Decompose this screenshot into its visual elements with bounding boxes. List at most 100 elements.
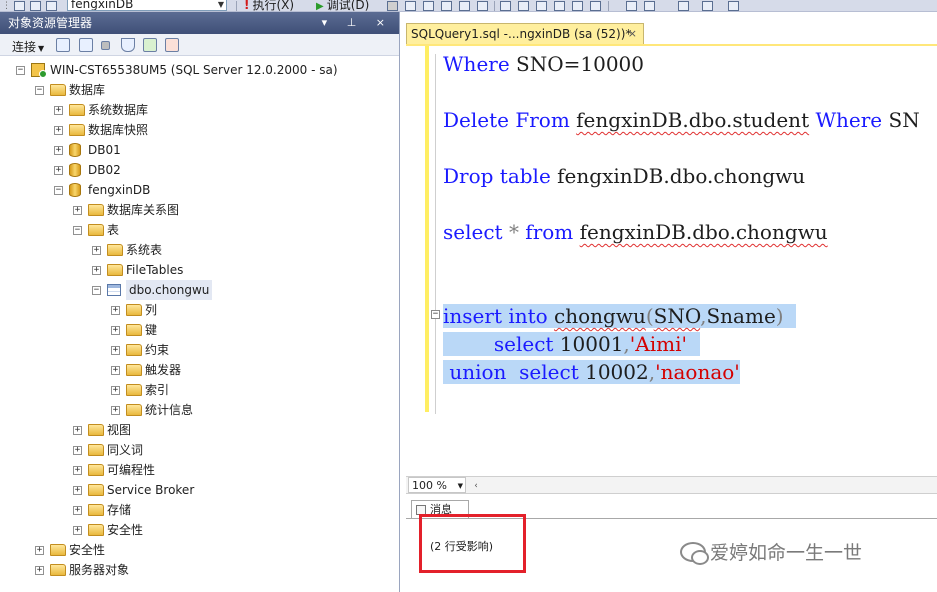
chevron-down-icon: ▼ — [217, 0, 224, 9]
tree-node-storage[interactable]: + 存储 — [0, 500, 398, 520]
tree-node-label: WIN-CST65538UM5 (SQL Server 12.0.2000 - … — [50, 63, 338, 77]
tree-node-filetables[interactable]: + FileTables — [0, 260, 398, 280]
tree-node-indexes[interactable]: + 索引 — [0, 380, 398, 400]
specify-values-icon[interactable] — [678, 1, 689, 11]
tab-sqlquery1[interactable]: SQLQuery1.sql -...ngxinDB (sa (52))* × — [406, 23, 644, 44]
stop-icon[interactable] — [387, 1, 398, 11]
expand-icon[interactable]: + — [92, 246, 101, 255]
database-select[interactable]: fengxinDB ▼ — [67, 0, 227, 11]
tree-node-system-databases[interactable]: + 系统数据库 — [0, 100, 398, 120]
expand-icon[interactable]: + — [35, 546, 44, 555]
tree-node-label: 安全性 — [69, 543, 106, 557]
tree-node-synonyms[interactable]: + 同义词 — [0, 440, 398, 460]
tree-node-system-tables[interactable]: + 系统表 — [0, 240, 398, 260]
expand-icon[interactable]: + — [73, 206, 82, 215]
tree-node-database-diagrams[interactable]: + 数据库关系图 — [0, 200, 398, 220]
tree-node-label: 键 — [145, 323, 158, 337]
debug-button[interactable]: ▶ 调试(D) — [316, 0, 369, 11]
tree-node-db01[interactable]: + DB01 — [0, 140, 398, 160]
chevron-down-icon: ▼ — [457, 482, 463, 490]
tree-node-databases[interactable]: − 数据库 — [0, 80, 398, 100]
tree-node-constraints[interactable]: + 约束 — [0, 340, 398, 360]
expand-icon[interactable]: + — [111, 346, 120, 355]
tree-node-keys[interactable]: + 键 — [0, 320, 398, 340]
comment-icon[interactable] — [572, 1, 583, 11]
collapse-icon[interactable]: − — [431, 310, 440, 319]
expand-icon[interactable]: + — [73, 486, 82, 495]
tree-node-statistics[interactable]: + 统计信息 — [0, 400, 398, 420]
expand-icon[interactable]: + — [111, 306, 120, 315]
expand-icon[interactable]: + — [35, 566, 44, 575]
expand-icon[interactable]: + — [111, 386, 120, 395]
results-to-grid-icon[interactable] — [536, 1, 547, 11]
decrease-indent-icon[interactable] — [626, 1, 637, 11]
include-plan-icon[interactable] — [477, 1, 488, 11]
client-statistics-icon[interactable] — [500, 1, 511, 11]
tree-node-database-snapshots[interactable]: + 数据库快照 — [0, 120, 398, 140]
refresh-icon[interactable] — [143, 38, 157, 52]
collapse-icon[interactable]: − — [73, 226, 82, 235]
zoom-select[interactable]: 100 % ▼ — [408, 477, 466, 493]
intellisense-icon[interactable] — [459, 1, 470, 11]
tree-node-dbo-chongwu[interactable]: − dbo.chongwu — [0, 280, 398, 300]
query-options-icon[interactable] — [441, 1, 452, 11]
tree-node-triggers[interactable]: + 触发器 — [0, 360, 398, 380]
query-editor[interactable]: Where SNO=10000 Delete From fengxinDB.db… — [406, 44, 937, 476]
connect-object-explorer-icon[interactable] — [56, 38, 70, 52]
expand-icon[interactable]: + — [73, 506, 82, 515]
new-query-icon[interactable] — [14, 1, 25, 11]
expand-icon[interactable]: + — [111, 366, 120, 375]
uncomment-icon[interactable] — [590, 1, 601, 11]
expand-icon[interactable]: + — [73, 446, 82, 455]
panel-controls[interactable]: ▾ ⊥ × — [322, 12, 393, 34]
tree-node-server-objects[interactable]: + 服务器对象 — [0, 560, 398, 580]
close-icon[interactable]: × — [628, 24, 637, 44]
tree-node-security-db[interactable]: + 安全性 — [0, 520, 398, 540]
expand-icon[interactable]: + — [73, 526, 82, 535]
results-to-text-icon[interactable] — [518, 1, 529, 11]
expand-icon[interactable]: + — [73, 426, 82, 435]
expand-icon[interactable]: + — [73, 466, 82, 475]
tree-node-views[interactable]: + 视图 — [0, 420, 398, 440]
connect-button[interactable]: 连接 ▼ — [12, 38, 44, 55]
expand-icon[interactable]: + — [54, 166, 63, 175]
open-file-icon[interactable] — [30, 1, 41, 11]
folder-icon — [88, 484, 104, 496]
stop-icon[interactable] — [101, 41, 110, 50]
collapse-icon[interactable]: − — [92, 286, 101, 295]
code-token: ( — [645, 304, 654, 328]
expand-icon[interactable]: + — [111, 326, 120, 335]
expand-icon[interactable]: + — [54, 126, 63, 135]
expand-icon[interactable]: + — [54, 146, 63, 155]
results-to-file-icon[interactable] — [554, 1, 565, 11]
tree-node-tables[interactable]: − 表 — [0, 220, 398, 240]
folder-icon — [88, 524, 104, 536]
tree-node-columns[interactable]: + 列 — [0, 300, 398, 320]
tree-node-security[interactable]: + 安全性 — [0, 540, 398, 560]
increase-indent-icon[interactable] — [644, 1, 655, 11]
execute-button[interactable]: ! 执行(X) — [244, 0, 294, 11]
collapse-icon[interactable]: − — [35, 86, 44, 95]
tree-node-service-broker[interactable]: + Service Broker — [0, 480, 398, 500]
collapse-icon[interactable]: − — [16, 66, 25, 75]
expand-icon[interactable]: + — [54, 106, 63, 115]
expand-icon[interactable]: + — [111, 406, 120, 415]
expand-icon[interactable]: + — [92, 266, 101, 275]
template-icon[interactable] — [702, 1, 713, 11]
collapse-icon[interactable]: − — [54, 186, 63, 195]
tree-node-fengxindb[interactable]: − fengxinDB — [0, 180, 398, 200]
more-icon[interactable] — [728, 1, 739, 11]
filter-icon[interactable] — [121, 38, 135, 52]
tree-node-server[interactable]: − WIN-CST65538UM5 (SQL Server 12.0.2000 -… — [0, 60, 398, 80]
code-token: * — [508, 220, 519, 244]
code-token: ) — [775, 304, 784, 328]
tree-node-db02[interactable]: + DB02 — [0, 160, 398, 180]
disconnect-icon[interactable] — [79, 38, 93, 52]
tree-node-label: FileTables — [126, 263, 184, 277]
save-icon[interactable] — [46, 1, 57, 11]
tree-node-programmability[interactable]: + 可编程性 — [0, 460, 398, 480]
parse-icon[interactable] — [405, 1, 416, 11]
activity-monitor-icon[interactable] — [165, 38, 179, 52]
display-plan-icon[interactable] — [423, 1, 434, 11]
scroll-left-icon[interactable]: ‹ — [470, 478, 482, 492]
